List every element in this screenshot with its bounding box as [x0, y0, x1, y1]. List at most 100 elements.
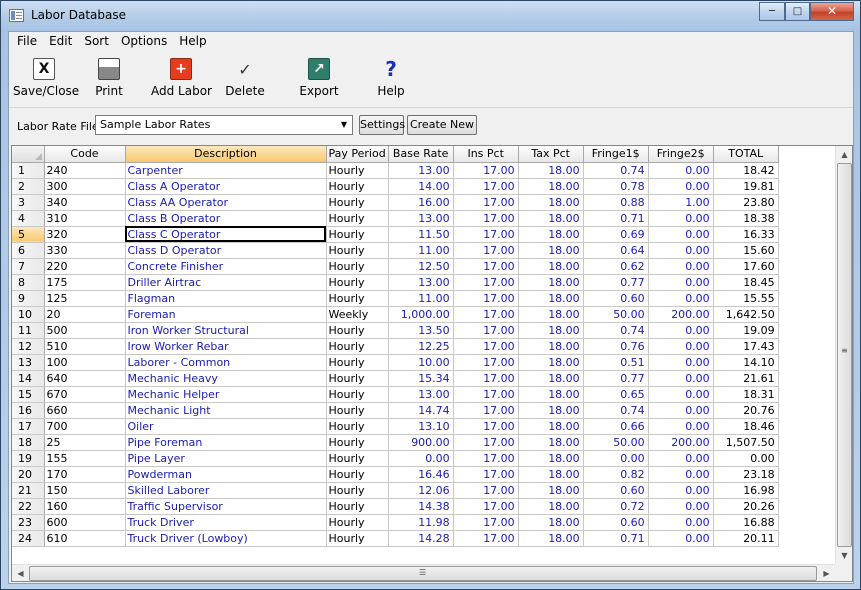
cell-ins-pct[interactable]: 17.00 — [453, 434, 519, 451]
cell-code[interactable]: 125 — [44, 290, 126, 307]
cell-description[interactable]: Powderman — [125, 466, 327, 483]
cell-code[interactable]: 600 — [44, 514, 126, 531]
cell-code[interactable]: 220 — [44, 258, 126, 275]
cell-description[interactable]: Traffic Supervisor — [125, 498, 327, 515]
cell-total[interactable]: 15.55 — [713, 290, 779, 307]
table-row[interactable]: 11 500 Iron Worker Structural Hourly 13.50 17… — [12, 322, 783, 339]
cell-base-rate[interactable]: 12.06 — [388, 482, 454, 499]
cell-pay-period[interactable]: Hourly — [326, 450, 389, 467]
print-button[interactable]: Print — [89, 56, 129, 104]
cell-ins-pct[interactable]: 17.00 — [453, 338, 519, 355]
cell-pay-period[interactable]: Hourly — [326, 530, 389, 547]
cell-code[interactable]: 320 — [44, 226, 126, 243]
cell-fringe2[interactable]: 1.00 — [648, 194, 714, 211]
cell-tax-pct[interactable]: 18.00 — [518, 402, 584, 419]
cell-fringe1[interactable]: 0.62 — [583, 258, 649, 275]
row-number[interactable]: 16 — [12, 402, 45, 419]
row-number[interactable]: 13 — [12, 354, 45, 371]
cell-fringe2[interactable]: 0.00 — [648, 178, 714, 195]
table-row[interactable]: 12 510 Irow Worker Rebar Hourly 12.25 17.00 18… — [12, 338, 783, 355]
cell-pay-period[interactable]: Hourly — [326, 322, 389, 339]
cell-code[interactable]: 700 — [44, 418, 126, 435]
cell-total[interactable]: 18.31 — [713, 386, 779, 403]
cell-tax-pct[interactable]: 18.00 — [518, 418, 584, 435]
cell-ins-pct[interactable]: 17.00 — [453, 530, 519, 547]
cell-fringe1[interactable]: 0.00 — [583, 450, 649, 467]
cell-pay-period[interactable]: Hourly — [326, 178, 389, 195]
cell-fringe1[interactable]: 0.71 — [583, 210, 649, 227]
column-header-fringe2[interactable]: Fringe2$ — [648, 146, 714, 163]
scroll-up-icon[interactable]: ▲ — [836, 146, 852, 163]
cell-code[interactable]: 175 — [44, 274, 126, 291]
menu-file[interactable]: File — [11, 32, 43, 51]
cell-base-rate[interactable]: 13.00 — [388, 274, 454, 291]
cell-description[interactable]: Pipe Layer — [125, 450, 327, 467]
row-number[interactable]: 7 — [12, 258, 45, 275]
cell-code[interactable]: 25 — [44, 434, 126, 451]
table-row[interactable]: 4 310 Class B Operator Hourly 13.00 17.00 18.0… — [12, 210, 783, 227]
cell-total[interactable]: 14.10 — [713, 354, 779, 371]
cell-description[interactable]: Mechanic Light — [125, 402, 327, 419]
cell-total[interactable]: 1,642.50 — [713, 306, 779, 323]
cell-fringe1[interactable]: 0.51 — [583, 354, 649, 371]
row-number[interactable]: 24 — [12, 530, 45, 547]
cell-description[interactable]: Class AA Operator — [125, 194, 327, 211]
cell-tax-pct[interactable]: 18.00 — [518, 242, 584, 259]
scroll-right-icon[interactable]: ▶ — [818, 565, 835, 581]
settings-button[interactable]: Settings — [359, 115, 405, 135]
cell-fringe1[interactable]: 0.82 — [583, 466, 649, 483]
cell-description[interactable]: Mechanic Heavy — [125, 370, 327, 387]
cell-description[interactable]: Concrete Finisher — [125, 258, 327, 275]
cell-tax-pct[interactable]: 18.00 — [518, 258, 584, 275]
cell-description[interactable]: Iron Worker Structural — [125, 322, 327, 339]
row-number[interactable]: 3 — [12, 194, 45, 211]
column-header-base-rate[interactable]: Base Rate — [388, 146, 454, 163]
cell-fringe2[interactable]: 0.00 — [648, 466, 714, 483]
cell-base-rate[interactable]: 14.28 — [388, 530, 454, 547]
cell-base-rate[interactable]: 13.10 — [388, 418, 454, 435]
cell-code[interactable]: 610 — [44, 530, 126, 547]
cell-fringe1[interactable]: 0.74 — [583, 162, 649, 179]
table-row[interactable]: 1 240 Carpenter Hourly 13.00 17.00 18.00 0.74 0.… — [12, 162, 783, 179]
cell-description[interactable]: Class C Operator — [125, 226, 327, 243]
cell-ins-pct[interactable]: 17.00 — [453, 242, 519, 259]
cell-code[interactable]: 160 — [44, 498, 126, 515]
cell-total[interactable]: 16.88 — [713, 514, 779, 531]
cell-ins-pct[interactable]: 17.00 — [453, 210, 519, 227]
table-row[interactable]: 5 320 Class C Operator Hourly 11.50 17.00 18.0… — [12, 226, 783, 243]
scroll-left-icon[interactable]: ◀ — [12, 565, 29, 581]
cell-total[interactable]: 20.26 — [713, 498, 779, 515]
cell-fringe2[interactable]: 0.00 — [648, 498, 714, 515]
cell-total[interactable]: 20.76 — [713, 402, 779, 419]
row-number[interactable]: 9 — [12, 290, 45, 307]
scroll-down-icon[interactable]: ▼ — [836, 547, 852, 564]
cell-tax-pct[interactable]: 18.00 — [518, 274, 584, 291]
cell-base-rate[interactable]: 13.00 — [388, 162, 454, 179]
cell-tax-pct[interactable]: 18.00 — [518, 306, 584, 323]
cell-description[interactable]: Skilled Laborer — [125, 482, 327, 499]
cell-fringe1[interactable]: 0.69 — [583, 226, 649, 243]
cell-code[interactable]: 170 — [44, 466, 126, 483]
cell-fringe1[interactable]: 50.00 — [583, 306, 649, 323]
cell-ins-pct[interactable]: 17.00 — [453, 226, 519, 243]
cell-base-rate[interactable]: 0.00 — [388, 450, 454, 467]
menu-options[interactable]: Options — [115, 32, 173, 51]
row-number[interactable]: 2 — [12, 178, 45, 195]
cell-tax-pct[interactable]: 18.00 — [518, 450, 584, 467]
cell-code[interactable]: 155 — [44, 450, 126, 467]
table-row[interactable]: 2 300 Class A Operator Hourly 14.00 17.00 18.0… — [12, 178, 783, 195]
table-row[interactable]: 10 20 Foreman Weekly 1,000.00 17.00 18.00 50.00… — [12, 306, 783, 323]
cell-description[interactable]: Class A Operator — [125, 178, 327, 195]
vertical-scrollbar[interactable]: ▲ ≡ ▼ — [835, 146, 852, 564]
cell-total[interactable]: 16.33 — [713, 226, 779, 243]
cell-fringe1[interactable]: 0.65 — [583, 386, 649, 403]
cell-code[interactable]: 340 — [44, 194, 126, 211]
cell-fringe2[interactable]: 0.00 — [648, 210, 714, 227]
table-row[interactable]: 7 220 Concrete Finisher Hourly 12.50 17.00 18.… — [12, 258, 783, 275]
cell-description[interactable]: Class D Operator — [125, 242, 327, 259]
cell-fringe2[interactable]: 0.00 — [648, 258, 714, 275]
cell-fringe2[interactable]: 0.00 — [648, 354, 714, 371]
cell-description[interactable]: Carpenter — [125, 162, 327, 179]
row-number[interactable]: 5 — [12, 226, 45, 243]
table-row[interactable]: 17 700 Oiler Hourly 13.10 17.00 18.00 0.66 0.00 1… — [12, 418, 783, 435]
